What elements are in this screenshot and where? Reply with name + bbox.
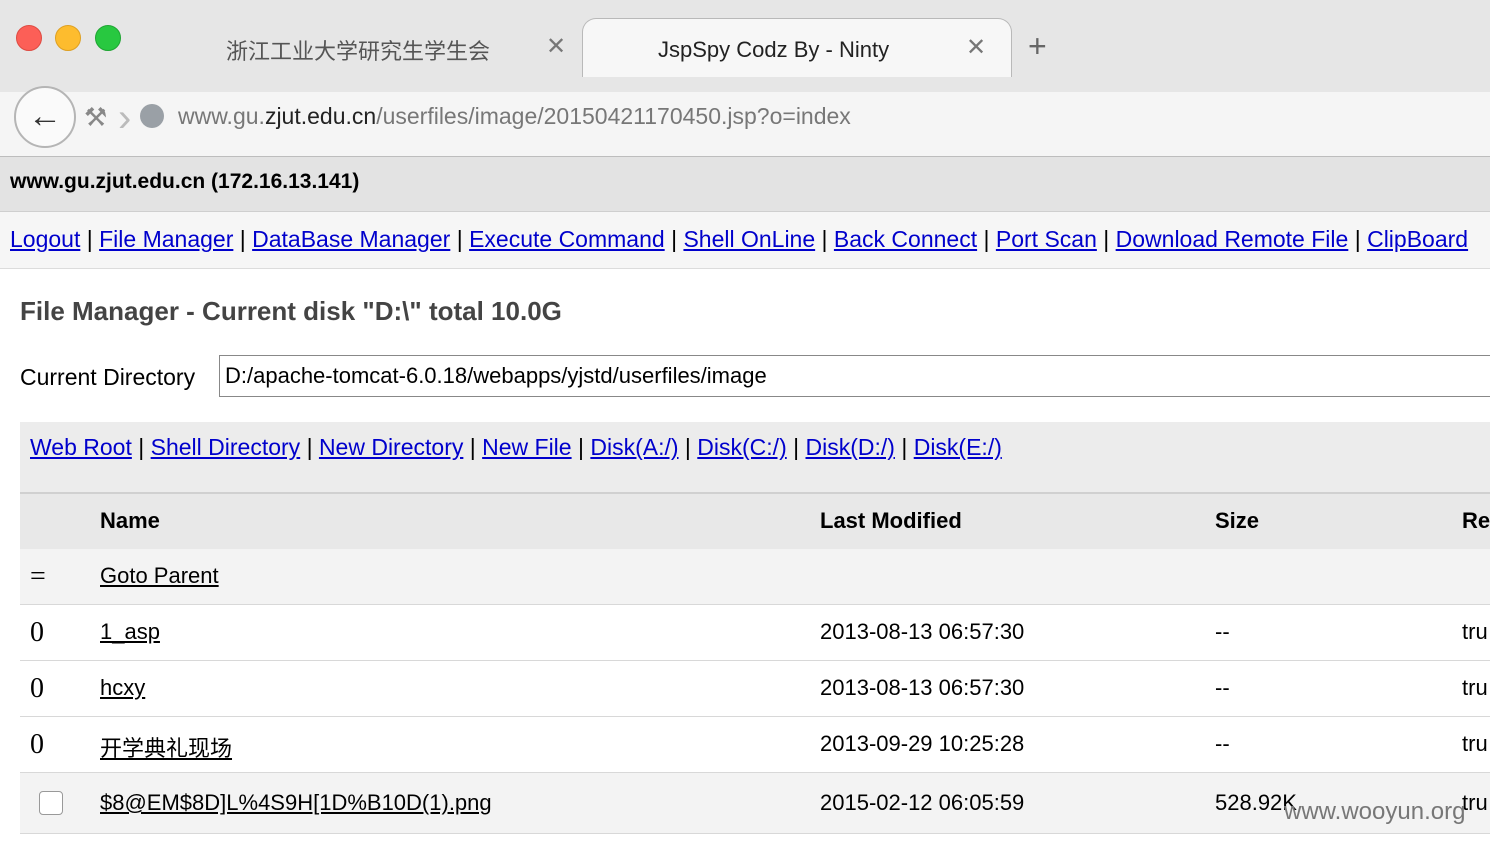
file-checkbox[interactable] xyxy=(39,791,63,815)
row-modified: 2013-09-29 10:25:28 xyxy=(820,731,1025,756)
nav-separator: | xyxy=(138,434,145,460)
table-row: 0 开学典礼现场 2013-09-29 10:25:28 -- tru xyxy=(20,717,1490,773)
url-path: /userfiles/image/20150421170450.jsp?o=in… xyxy=(376,103,851,129)
nav-download-remote-file[interactable]: Download Remote File xyxy=(1116,226,1349,252)
row-marker: 0 xyxy=(30,617,44,648)
column-header-re: Re xyxy=(1462,508,1490,533)
nav-separator: | xyxy=(901,434,908,460)
current-directory-label: Current Directory xyxy=(20,364,196,390)
key-icon[interactable]: ⚒ xyxy=(84,102,107,133)
row-modified: 2013-08-13 06:57:30 xyxy=(820,675,1025,700)
close-tab-icon[interactable]: ✕ xyxy=(546,32,566,61)
row-re: tru xyxy=(1462,790,1488,815)
tab-active[interactable]: JspSpy Codz By - Ninty ✕ xyxy=(582,18,1012,77)
arrow-left-icon: ← xyxy=(28,97,62,135)
row-size: -- xyxy=(1215,731,1230,756)
nav-execute-command[interactable]: Execute Command xyxy=(469,226,665,252)
table-row: = Goto Parent xyxy=(20,549,1490,605)
tab-inactive[interactable]: 浙江工业大学研究生学生会 ✕ xyxy=(200,18,580,74)
link-disk-e[interactable]: Disk(E:/) xyxy=(914,434,1002,460)
nav-separator: | xyxy=(469,434,476,460)
nav-separator: | xyxy=(86,226,93,252)
url-prefix: www.gu. xyxy=(178,103,265,129)
column-header-size[interactable]: Size xyxy=(1215,508,1259,534)
table-row: $8@EM$8D]L%4S9H[1D%B10D(1).png 2015-02-1… xyxy=(20,773,1490,834)
current-directory-input[interactable] xyxy=(219,355,1490,397)
tab-label: 浙江工业大学研究生学生会 xyxy=(226,39,491,64)
minimize-window-button[interactable] xyxy=(55,25,81,51)
nav-file-manager[interactable]: File Manager xyxy=(99,226,233,252)
host-title: www.gu.zjut.edu.cn (172.16.13.141) xyxy=(10,170,360,193)
folder-link[interactable]: 开学典礼现场 xyxy=(100,731,232,763)
nav-port-scan[interactable]: Port Scan xyxy=(996,226,1097,252)
nav-database-manager[interactable]: DataBase Manager xyxy=(252,226,450,252)
row-modified: 2015-02-12 06:05:59 xyxy=(820,790,1025,815)
close-tab-icon[interactable]: ✕ xyxy=(966,33,986,62)
page-title: File Manager - Current disk "D:\" total … xyxy=(20,296,562,326)
link-new-directory[interactable]: New Directory xyxy=(319,434,463,460)
link-disk-a[interactable]: Disk(A:/) xyxy=(590,434,678,460)
nav-separator: | xyxy=(1103,226,1110,252)
table-row: 0 1_asp 2013-08-13 06:57:30 -- tru xyxy=(20,605,1490,661)
watermark: www.wooyun.org xyxy=(1284,798,1466,825)
link-shell-directory[interactable]: Shell Directory xyxy=(151,434,301,460)
row-size: -- xyxy=(1215,619,1230,644)
nav-separator: | xyxy=(793,434,800,460)
nav-clipboard[interactable]: ClipBoard xyxy=(1367,226,1468,252)
row-modified: 2013-08-13 06:57:30 xyxy=(820,619,1025,644)
zoom-window-button[interactable] xyxy=(95,25,121,51)
directory-nav-links: Web Root | Shell Directory | New Directo… xyxy=(30,434,1002,461)
nav-back-connect[interactable]: Back Connect xyxy=(834,226,977,252)
file-link[interactable]: $8@EM$8D]L%4S9H[1D%B10D(1).png xyxy=(100,790,492,816)
close-window-button[interactable] xyxy=(16,25,42,51)
nav-shell-online[interactable]: Shell OnLine xyxy=(683,226,815,252)
nav-separator: | xyxy=(684,434,691,460)
folder-link[interactable]: 1_asp xyxy=(100,619,160,645)
row-re: tru xyxy=(1462,619,1488,644)
column-header-modified[interactable]: Last Modified xyxy=(820,508,962,534)
chevron-right-icon: › xyxy=(118,96,132,140)
goto-parent-link[interactable]: Goto Parent xyxy=(100,563,219,589)
folder-link[interactable]: hcxy xyxy=(100,675,145,701)
url-field[interactable]: www.gu.zjut.edu.cn/userfiles/image/20150… xyxy=(178,103,851,130)
nav-separator: | xyxy=(671,226,678,252)
browser-tab-bar: 浙江工业大学研究生学生会 ✕ JspSpy Codz By - Ninty ✕ … xyxy=(0,0,1490,93)
nav-separator: | xyxy=(456,226,463,252)
link-new-file[interactable]: New File xyxy=(482,434,571,460)
nav-separator: | xyxy=(306,434,313,460)
back-button[interactable]: ← xyxy=(14,86,76,148)
table-row: 0 hcxy 2013-08-13 06:57:30 -- tru xyxy=(20,661,1490,717)
link-disk-d[interactable]: Disk(D:/) xyxy=(806,434,895,460)
column-header-name[interactable]: Name xyxy=(100,508,160,534)
new-tab-button[interactable]: + xyxy=(1028,30,1047,62)
nav-separator: | xyxy=(239,226,246,252)
row-re: tru xyxy=(1462,675,1488,700)
link-web-root[interactable]: Web Root xyxy=(30,434,132,460)
top-nav-links: Logout | File Manager | DataBase Manager… xyxy=(10,226,1468,253)
nav-separator: | xyxy=(983,226,990,252)
globe-icon xyxy=(140,104,164,128)
row-marker: = xyxy=(30,561,46,592)
url-host: zjut.edu.cn xyxy=(264,103,377,129)
nav-logout[interactable]: Logout xyxy=(10,226,80,252)
tab-label: JspSpy Codz By - Ninty xyxy=(658,37,890,62)
nav-separator: | xyxy=(821,226,828,252)
row-re: tru xyxy=(1462,731,1488,756)
row-size: -- xyxy=(1215,675,1230,700)
nav-separator: | xyxy=(577,434,584,460)
nav-separator: | xyxy=(1354,226,1361,252)
table-header-row: Name Last Modified Size Re xyxy=(20,492,1490,550)
row-marker: 0 xyxy=(30,673,44,704)
link-disk-c[interactable]: Disk(C:/) xyxy=(697,434,786,460)
row-marker: 0 xyxy=(30,729,44,760)
